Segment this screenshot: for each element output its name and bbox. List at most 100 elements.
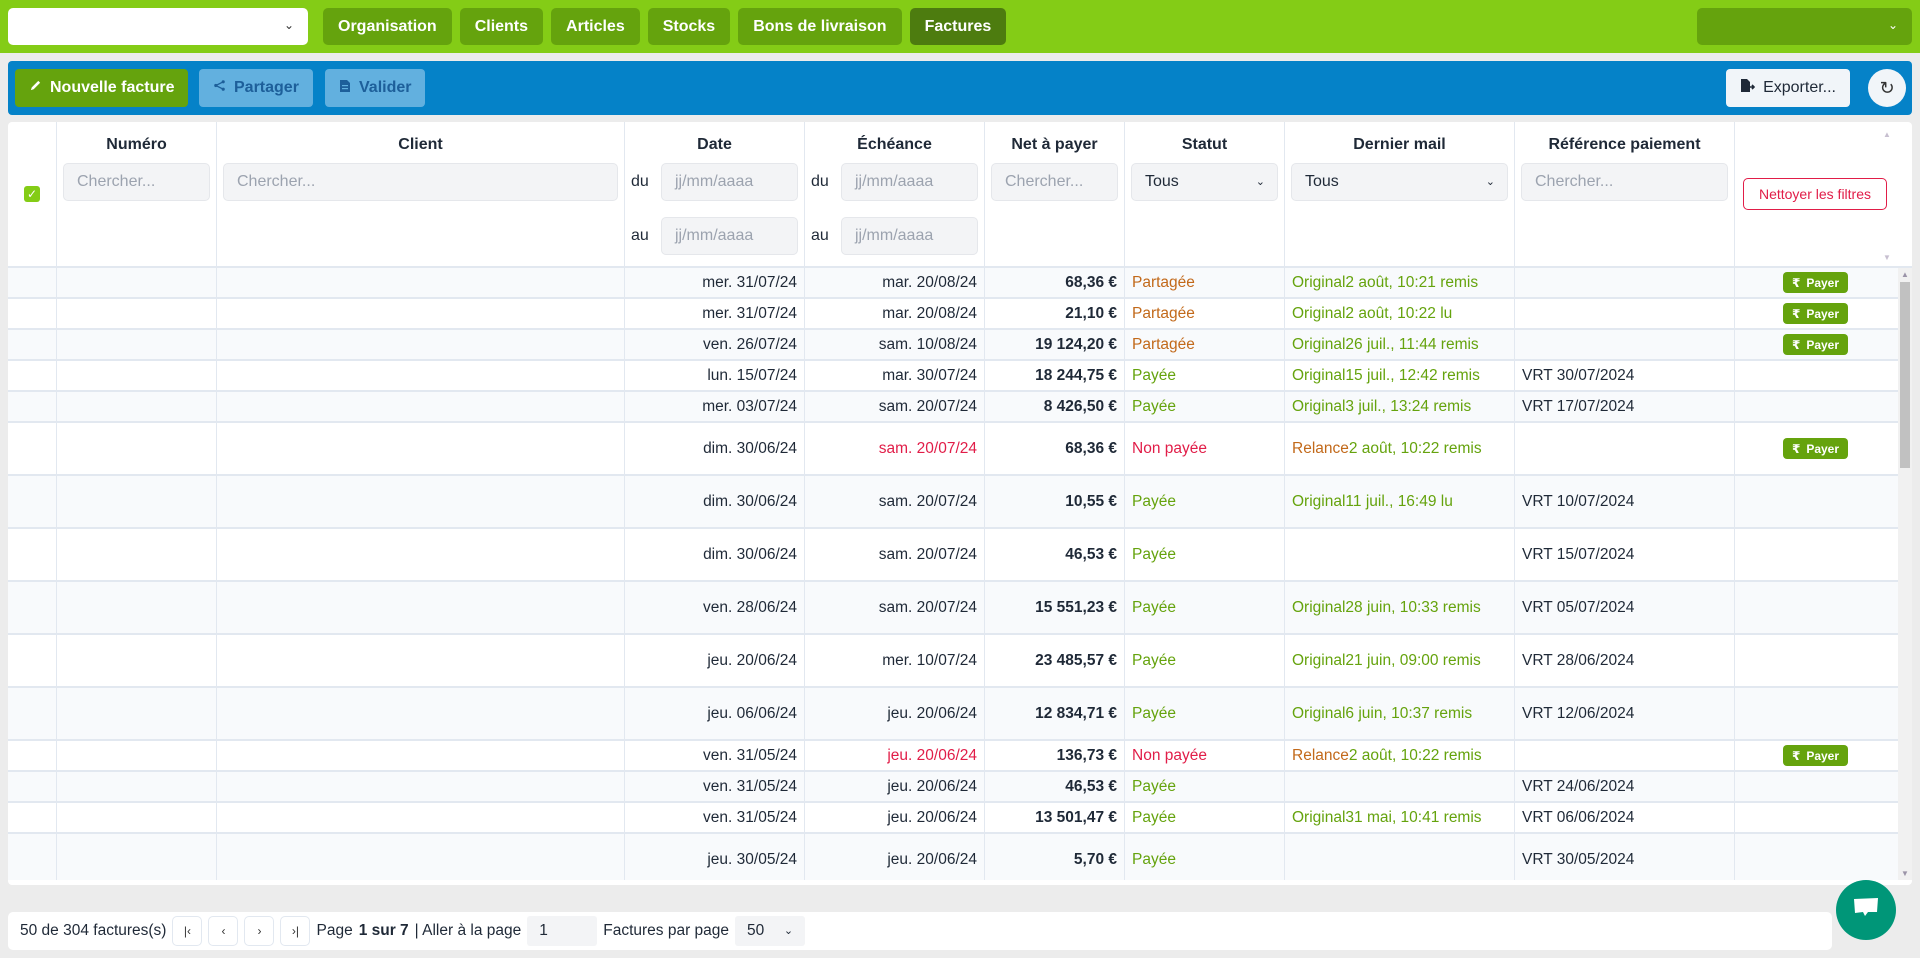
number-filter-input[interactable]: Chercher... <box>63 163 210 201</box>
table-row[interactable]: dim. 30/06/24 sam. 20/07/24 10,55 € Payé… <box>8 476 1912 529</box>
previous-page-button[interactable]: ‹ <box>208 916 239 946</box>
number-cell <box>57 834 217 880</box>
first-page-button[interactable]: |‹ <box>172 916 203 946</box>
select-all-checkbox[interactable]: ✓ <box>24 186 40 202</box>
table-row[interactable]: jeu. 06/06/24 jeu. 20/06/24 12 834,71 € … <box>8 688 1912 741</box>
column-title-last-mail[interactable]: Dernier mail <box>1291 136 1508 154</box>
export-button[interactable]: Exporter... <box>1726 69 1850 107</box>
number-cell <box>57 582 217 633</box>
next-page-button[interactable]: › <box>244 916 275 946</box>
goto-page-input[interactable]: 1 <box>527 916 598 946</box>
row-actions-cell: ₹ Payer <box>1735 741 1896 770</box>
table-row[interactable]: dim. 30/06/24 sam. 20/07/24 46,53 € Payé… <box>8 529 1912 582</box>
status-cell: Payée <box>1125 772 1285 801</box>
last-mail-filter-value: Tous <box>1305 173 1339 190</box>
scroll-down-icon[interactable]: ▼ <box>1901 869 1909 878</box>
validate-button[interactable]: Valider <box>325 69 426 107</box>
nav-tab-organisation[interactable]: Organisation <box>323 8 452 45</box>
due-from-input[interactable]: jj/mm/aaaa <box>841 163 978 201</box>
document-icon <box>339 79 351 98</box>
last-mail-filter-select[interactable]: Tous ⌄ <box>1291 163 1508 201</box>
column-title-due[interactable]: Échéance <box>811 136 978 154</box>
table-row[interactable]: ven. 31/05/24 jeu. 20/06/24 136,73 € Non… <box>8 741 1912 772</box>
row-select-cell[interactable] <box>8 803 57 832</box>
row-select-cell[interactable] <box>8 330 57 359</box>
payment-ref-cell: VRT 17/07/2024 <box>1515 392 1735 421</box>
row-select-cell[interactable] <box>8 834 57 880</box>
payment-ref-cell: VRT 10/07/2024 <box>1515 476 1735 527</box>
row-select-cell[interactable] <box>8 772 57 801</box>
user-menu-select[interactable]: ⌄ <box>1697 8 1912 45</box>
refresh-button[interactable]: ↻ <box>1868 69 1906 107</box>
table-row[interactable]: jeu. 30/05/24 jeu. 20/06/24 5,70 € Payée… <box>8 834 1912 880</box>
scroll-up-icon[interactable]: ▲ <box>1901 270 1909 279</box>
row-select-cell[interactable] <box>8 299 57 328</box>
row-select-cell[interactable] <box>8 268 57 297</box>
share-button[interactable]: Partager <box>199 69 313 107</box>
nav-tab-delivery-notes[interactable]: Bons de livraison <box>738 8 902 45</box>
scroll-up-icon[interactable]: ▲ <box>1883 130 1891 139</box>
table-row[interactable]: ven. 31/05/24 jeu. 20/06/24 46,53 € Payé… <box>8 772 1912 803</box>
clear-filters-button[interactable]: Nettoyer les filtres <box>1743 178 1887 210</box>
nav-tab-invoices[interactable]: Factures <box>909 8 1007 45</box>
row-select-cell[interactable] <box>8 476 57 527</box>
row-select-cell[interactable] <box>8 635 57 686</box>
nav-tab-articles[interactable]: Articles <box>551 8 640 45</box>
table-row[interactable]: dim. 30/06/24 sam. 20/07/24 68,36 € Non … <box>8 423 1912 476</box>
date-from-input[interactable]: jj/mm/aaaa <box>661 163 798 201</box>
table-row[interactable]: ven. 28/06/24 sam. 20/07/24 15 551,23 € … <box>8 582 1912 635</box>
chat-button[interactable] <box>1836 880 1896 940</box>
row-select-cell[interactable] <box>8 529 57 580</box>
client-cell <box>217 330 625 359</box>
nav-tab-clients[interactable]: Clients <box>459 8 544 45</box>
status-filter-select[interactable]: Tous ⌄ <box>1131 163 1278 201</box>
table-row[interactable]: mer. 31/07/24 mar. 20/08/24 68,36 € Part… <box>8 268 1912 299</box>
new-invoice-button[interactable]: Nouvelle facture <box>15 69 189 107</box>
pay-button[interactable]: ₹ Payer <box>1782 303 1849 324</box>
table-scrollbar[interactable]: ▲ ▼ <box>1898 268 1912 880</box>
table-row[interactable]: mer. 31/07/24 mar. 20/08/24 21,10 € Part… <box>8 299 1912 330</box>
row-select-cell[interactable] <box>8 741 57 770</box>
payment-ref-filter-input[interactable]: Chercher... <box>1521 163 1728 201</box>
row-actions-cell: ₹ Payer <box>1735 423 1896 474</box>
row-actions-cell <box>1735 582 1896 633</box>
column-title-net[interactable]: Net à payer <box>991 136 1118 154</box>
nav-tab-stocks[interactable]: Stocks <box>647 8 731 45</box>
pay-button[interactable]: ₹ Payer <box>1782 745 1849 766</box>
table-row[interactable]: mer. 03/07/24 sam. 20/07/24 8 426,50 € P… <box>8 392 1912 423</box>
payment-ref-cell: VRT 12/06/2024 <box>1515 688 1735 739</box>
per-page-select[interactable]: 50 ⌄ <box>735 916 806 946</box>
scroll-down-icon[interactable]: ▼ <box>1883 253 1891 262</box>
row-select-cell[interactable] <box>8 361 57 390</box>
row-select-cell[interactable] <box>8 688 57 739</box>
last-page-button[interactable]: ›| <box>280 916 311 946</box>
date-cell: jeu. 30/05/24 <box>625 834 805 880</box>
row-select-cell[interactable] <box>8 423 57 474</box>
column-title-number[interactable]: Numéro <box>63 136 210 154</box>
pay-button[interactable]: ₹ Payer <box>1782 272 1849 293</box>
table-row[interactable]: ven. 26/07/24 sam. 10/08/24 19 124,20 € … <box>8 330 1912 361</box>
client-filter-input[interactable]: Chercher... <box>223 163 618 201</box>
date-to-input[interactable]: jj/mm/aaaa <box>661 217 798 255</box>
column-title-status[interactable]: Statut <box>1131 136 1278 154</box>
table-row[interactable]: jeu. 20/06/24 mer. 10/07/24 23 485,57 € … <box>8 635 1912 688</box>
status-cell: Non payée <box>1125 741 1285 770</box>
table-row[interactable]: ven. 31/05/24 jeu. 20/06/24 13 501,47 € … <box>8 803 1912 834</box>
column-title-date[interactable]: Date <box>631 136 798 154</box>
column-title-client[interactable]: Client <box>223 136 618 154</box>
pay-button[interactable]: ₹ Payer <box>1782 438 1849 459</box>
chevron-down-icon: ⌄ <box>1255 176 1265 188</box>
pay-label: Payer <box>1806 275 1840 290</box>
organisation-select[interactable]: ⌄ <box>8 8 308 45</box>
column-title-payment-ref[interactable]: Référence paiement <box>1521 136 1728 154</box>
due-to-input[interactable]: jj/mm/aaaa <box>841 217 978 255</box>
scrollbar-thumb[interactable] <box>1900 282 1910 468</box>
row-select-cell[interactable] <box>8 582 57 633</box>
header-scrollbar[interactable]: ▲ ▼ <box>1882 130 1894 262</box>
pay-button[interactable]: ₹ Payer <box>1782 334 1849 355</box>
row-select-cell[interactable] <box>8 392 57 421</box>
table-row[interactable]: lun. 15/07/24 mar. 30/07/24 18 244,75 € … <box>8 361 1912 392</box>
net-filter-input[interactable]: Chercher... <box>991 163 1118 201</box>
action-bar: Nouvelle facture Partager Valider Export… <box>8 61 1912 115</box>
due-cell: sam. 20/07/24 <box>805 582 985 633</box>
